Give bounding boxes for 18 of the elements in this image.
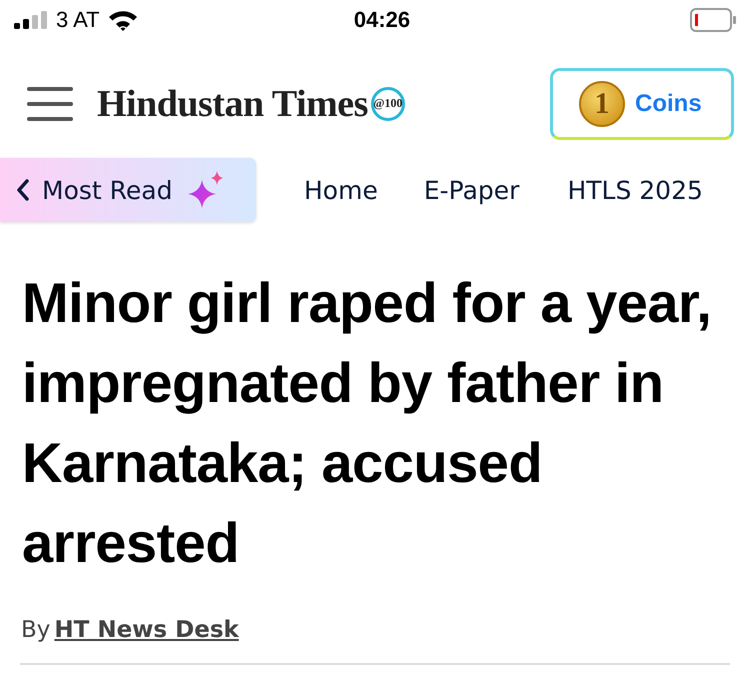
site-logo[interactable]: Hindustan Times (97, 82, 368, 126)
wifi-icon (108, 9, 138, 31)
chevron-left-icon (16, 179, 30, 201)
menu-icon[interactable] (27, 86, 73, 122)
carrier-name: 3 AT (56, 7, 100, 33)
anniversary-badge: @100 (370, 86, 405, 120)
nav-link[interactable]: E-Paper (424, 176, 520, 204)
signal-icon (14, 11, 48, 29)
most-read-button[interactable]: Most Read (0, 158, 256, 222)
author-link[interactable]: HT News Desk (54, 617, 239, 643)
coin-icon: 1 (579, 80, 625, 126)
byline-prefix: By (21, 617, 50, 643)
clock-time: 04:26 (354, 7, 410, 33)
battery-icon (690, 8, 736, 32)
nav-link[interactable]: HTLS 2025 (567, 176, 703, 204)
coins-button[interactable]: 1 Coins (550, 68, 734, 140)
article-headline: Minor girl raped for a year, impregnated by father in Karnataka; accused arrested (22, 270, 712, 576)
nav-link[interactable]: Home (304, 176, 378, 204)
